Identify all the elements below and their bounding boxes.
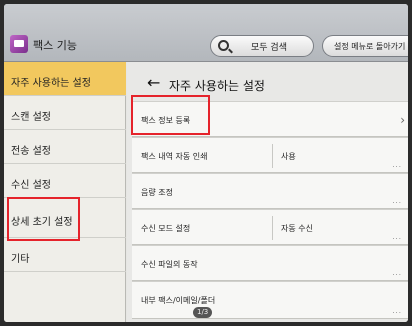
highlight-box-advanced-settings: [7, 197, 80, 241]
page-badge: 1/3: [193, 307, 213, 318]
setting-row-received-file-action[interactable]: 수신 파일의 동작 ...: [132, 245, 408, 281]
setting-row-value: 자동 수신: [281, 224, 313, 233]
fax-settings-screen: 팩스 기능 모두 검색 설정 메뉴로 돌아가기 자주 사용하는 설정 스캔 설정…: [4, 4, 408, 322]
more-dots-icon: ...: [392, 197, 402, 205]
more-dots-icon: ...: [392, 233, 402, 241]
sidebar-item-scan-settings[interactable]: 스캔 설정: [4, 96, 126, 130]
setting-row-volume[interactable]: 음량 조정 ...: [132, 173, 408, 209]
fax-app-icon: [10, 35, 28, 53]
search-all-button[interactable]: 모두 검색: [210, 35, 314, 57]
back-to-settings-menu-button[interactable]: 설정 메뉴로 돌아가기: [322, 35, 408, 57]
setting-row-label: 수신 파일의 동작: [141, 260, 198, 269]
more-dots-icon: ...: [392, 161, 402, 169]
sidebar-item-frequent-settings[interactable]: 자주 사용하는 설정: [4, 62, 126, 96]
setting-row-label: 음량 조정: [141, 188, 173, 197]
more-dots-icon: ...: [392, 269, 402, 277]
top-bar: 팩스 기능 모두 검색 설정 메뉴로 돌아가기: [4, 4, 408, 62]
more-dots-icon: ...: [392, 307, 402, 315]
sidebar: 자주 사용하는 설정 스캔 설정 전송 설정 수신 설정 상세 초기 설정 기타: [4, 62, 126, 322]
back-arrow-icon[interactable]: ←: [147, 74, 160, 92]
setting-row-fax-history-print[interactable]: 팩스 내역 자동 인쇄 사용 ...: [132, 137, 408, 173]
setting-row-internal-fax-email-folder[interactable]: 내부 팩스/이메일/폴더 ...: [132, 281, 408, 319]
setting-row-label: 내부 팩스/이메일/폴더: [141, 296, 216, 305]
setting-row-label: 팩스 내역 자동 인쇄: [141, 152, 208, 161]
setting-row-label: 수신 모드 설정: [141, 224, 191, 233]
sidebar-item-other[interactable]: 기타: [4, 238, 126, 272]
sidebar-item-receive-settings[interactable]: 수신 설정: [4, 164, 126, 198]
search-icon: [218, 40, 229, 51]
search-all-label: 모두 검색: [251, 43, 287, 53]
page-title: 자주 사용하는 설정: [169, 79, 265, 93]
highlight-box-fax-info: [131, 95, 210, 135]
sidebar-item-send-settings[interactable]: 전송 설정: [4, 130, 126, 164]
app-title: 팩스 기능: [33, 39, 77, 52]
chevron-right-icon: ›: [400, 113, 405, 127]
setting-row-receive-mode[interactable]: 수신 모드 설정 자동 수신 ...: [132, 209, 408, 245]
setting-row-value: 사용: [281, 152, 296, 161]
row-divider: [272, 216, 273, 240]
row-divider: [272, 144, 273, 168]
